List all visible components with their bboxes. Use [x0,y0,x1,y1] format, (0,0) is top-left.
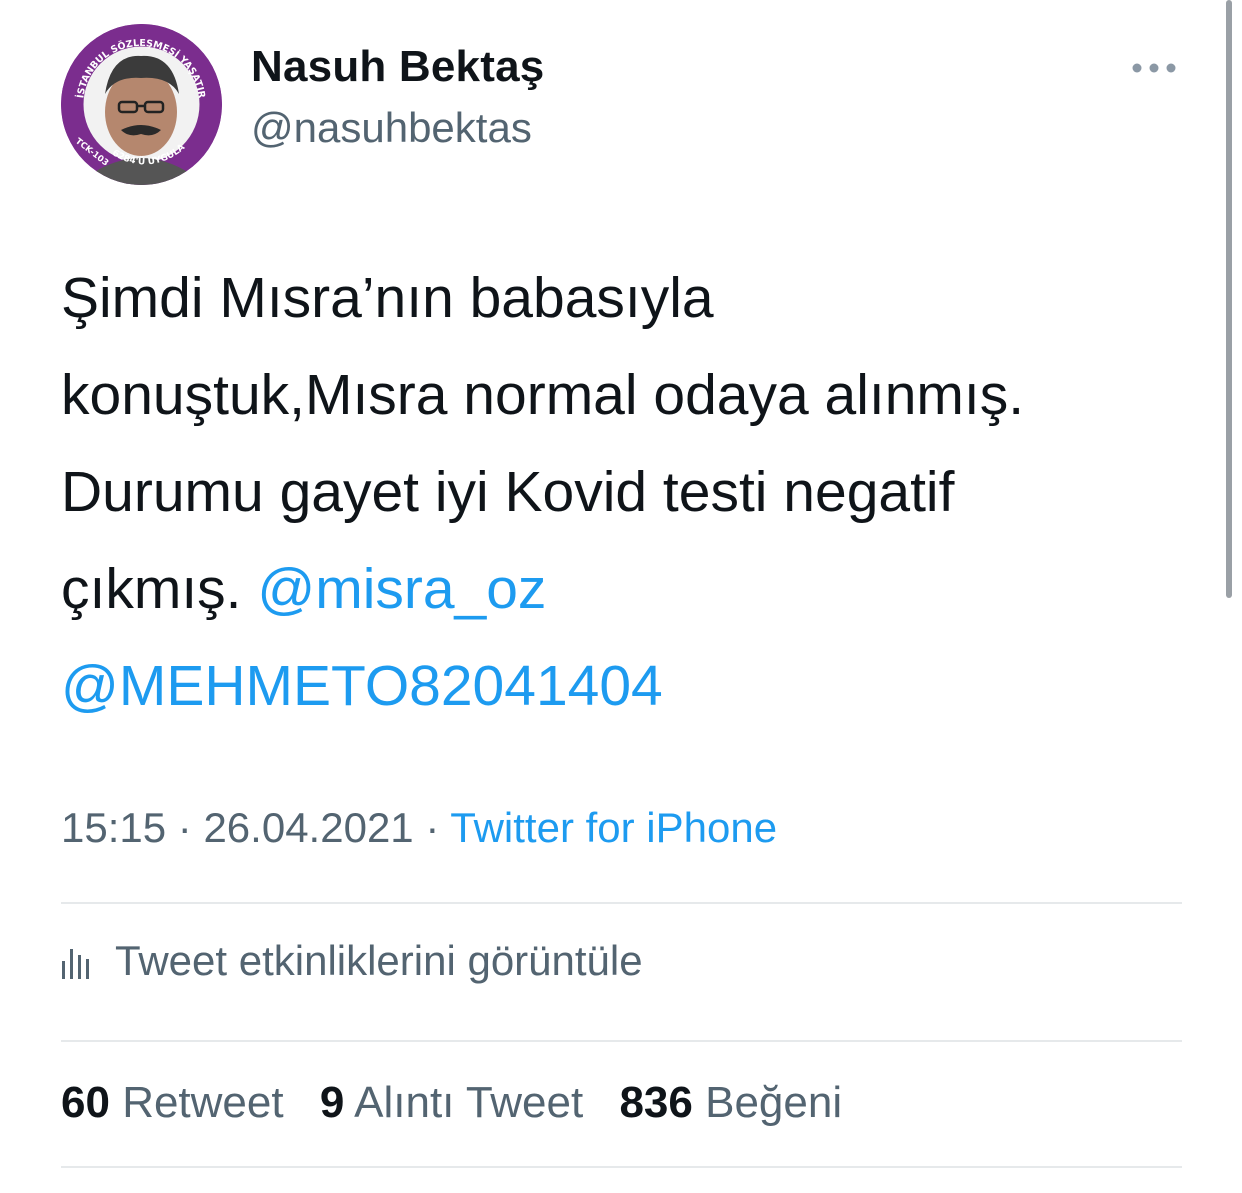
tweet-text-line: Durumu gayet iyi Kovid testi negatif [61,460,955,524]
meta-separator: · [425,804,440,851]
retweets-count: 60 [61,1078,110,1127]
tweet-time[interactable]: 15:15 [61,804,166,851]
author-avatar[interactable]: İSTANBUL SÖZLEŞMESİ YAŞATIR 6284'Ü UYGUL… [61,24,222,185]
analytics-icon [62,949,89,979]
view-tweet-activity-button[interactable]: Tweet etkinliklerini görüntüle [61,937,643,985]
author-display-name[interactable]: Nasuh Bektaş [251,42,544,92]
quote-tweets-stat[interactable]: 9 Alıntı Tweet [320,1078,583,1127]
mention-link-misra[interactable]: @misra_oz [257,557,546,621]
retweets-stat[interactable]: 60 Retweet [61,1078,284,1127]
likes-count: 836 [619,1078,693,1127]
tweet-stats: 60 Retweet 9 Alıntı Tweet 836 Beğeni [61,1078,866,1128]
divider [61,1166,1182,1168]
tweet-source-link[interactable]: Twitter for iPhone [450,804,777,851]
tweet-text-line-mention: @MEHMETO82041404 [61,638,1211,735]
tweet-meta: 15:15 · 26.04.2021 · Twitter for iPhone [61,804,777,852]
divider [61,902,1182,904]
likes-stat[interactable]: 836 Beğeni [619,1078,842,1127]
divider [61,1040,1182,1042]
avatar-image: İSTANBUL SÖZLEŞMESİ YAŞATIR 6284'Ü UYGUL… [61,24,222,185]
tweet-text-line: Şimdi Mısra’nın babasıyla [61,266,714,330]
view-tweet-activity-label: Tweet etkinliklerini görüntüle [115,937,643,984]
quote-tweets-label: Alıntı Tweet [354,1078,584,1127]
tweet-date[interactable]: 26.04.2021 [203,804,413,851]
more-options-icon[interactable] [1130,58,1178,78]
retweets-label: Retweet [122,1078,284,1127]
tweet-text-line: konuştuk,Mısra normal odaya alınmış. [61,363,1025,427]
tweet-text: Şimdi Mısra’nın babasıyla konuştuk,Mısra… [61,250,1211,735]
mention-link-mehmet[interactable]: @MEHMETO82041404 [61,654,663,718]
scrollbar[interactable] [1226,0,1232,598]
tweet-text-line-with-mention: çıkmış. @misra_oz [61,541,1211,638]
meta-separator: · [177,804,192,851]
quote-tweets-count: 9 [319,1078,345,1127]
author-handle[interactable]: @nasuhbektas [251,104,532,152]
likes-label: Beğeni [705,1078,843,1127]
tweet-detail-page: İSTANBUL SÖZLEŞMESİ YAŞATIR 6284'Ü UYGUL… [0,0,1242,1193]
tweet-text-fragment: çıkmış. [61,557,242,621]
